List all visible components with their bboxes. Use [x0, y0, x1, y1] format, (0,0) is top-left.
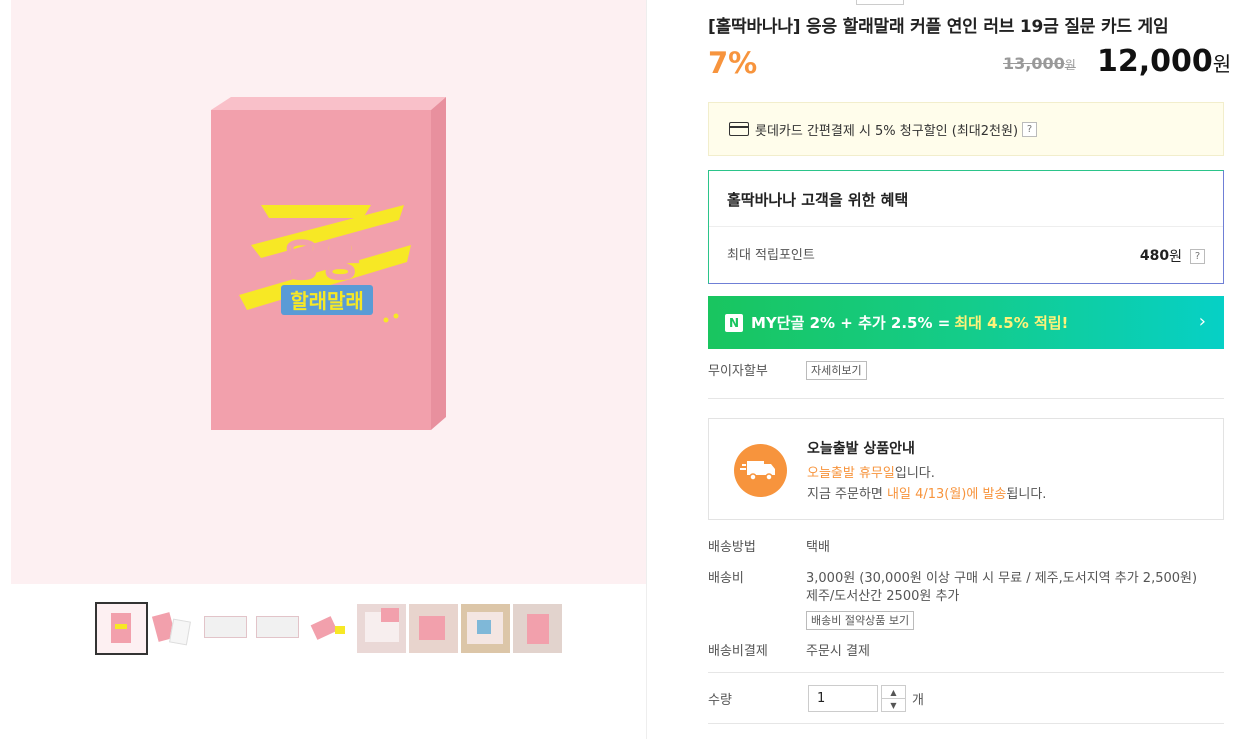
quantity-input[interactable]: 1	[808, 685, 878, 712]
naver-n-icon: N	[725, 313, 743, 332]
quantity-stepper[interactable]: ▲ ▼	[881, 685, 906, 712]
final-price: 12,000원	[1097, 44, 1231, 79]
box-logo-sub: 할래말래	[290, 289, 364, 313]
final-price-unit: 원	[1212, 52, 1232, 76]
delivery-fee-value: 3,000원 (30,000원 이상 구매 시 무료 / 제주,도서지역 추가 …	[806, 571, 1198, 586]
eta-prefix: 지금 주문하면	[807, 487, 888, 502]
card-promo-help-button[interactable]: ?	[1022, 121, 1038, 137]
card-promo-text: 롯데카드 간편결제 시 5% 청구할인 (최대2천원)	[755, 123, 1019, 139]
final-price-value: 12,000	[1097, 44, 1213, 79]
section-divider	[708, 398, 1224, 399]
discount-rate: 7%	[708, 46, 758, 80]
delivery-method-label: 배송방법	[708, 540, 756, 555]
card-promo-box: 롯데카드 간편결제 시 5% 청구할인 (최대2천원) ?	[708, 102, 1224, 156]
credit-card-icon	[729, 122, 749, 136]
thumbnail-6[interactable]	[357, 604, 406, 653]
delivery-fee-extra: 제주/도서산간 2500원 추가	[806, 589, 960, 604]
delivery-fee-label: 배송비	[708, 571, 744, 586]
max-point-unit: 원	[1169, 249, 1182, 265]
thumbnail-1[interactable]	[95, 602, 148, 655]
thumbnail-2[interactable]	[149, 604, 198, 653]
benefit-divider	[709, 226, 1223, 227]
thumbnail-list	[95, 602, 562, 655]
main-product-image[interactable]: 응응 할래말래	[11, 0, 646, 584]
quantity-unit: 개	[912, 693, 924, 708]
original-price-value: 13,000	[1003, 54, 1065, 73]
eta-suffix: 됩니다.	[1006, 487, 1047, 502]
benefit-box: 홀딱바나나 고객을 위한 혜택 최대 적립포인트 480 원 ?	[708, 170, 1224, 284]
today-shipping-holiday: 오늘출발 휴무일입니다.	[807, 462, 935, 481]
holiday-highlight: 오늘출발 휴무일	[807, 466, 895, 481]
quantity-up-icon[interactable]: ▲	[882, 686, 905, 699]
shipping-payment-label: 배송비결제	[708, 644, 768, 659]
product-title: [홀딱바나나] 응응 할래말래 커플 연인 러브 19금 질문 카드 게임	[708, 17, 1169, 37]
truck-icon	[734, 444, 787, 497]
original-price-unit: 원	[1064, 58, 1076, 72]
thumbnail-9[interactable]	[513, 604, 562, 653]
today-shipping-eta: 지금 주문하면 내일 4/13(월)에 발송됩니다.	[807, 483, 1046, 502]
naver-banner-highlight: 최대 4.5% 적립!	[954, 314, 1069, 332]
thumbnail-7[interactable]	[409, 604, 458, 653]
max-point-help-button[interactable]: ?	[1190, 248, 1205, 264]
section-divider-2	[708, 672, 1224, 673]
quantity-down-icon[interactable]: ▼	[882, 699, 905, 712]
installment-detail-button[interactable]: 자세히보기	[806, 361, 867, 380]
max-point-number: 480	[1139, 248, 1170, 264]
shipping-payment-value: 주문시 결제	[806, 644, 870, 659]
save-shipping-products-button[interactable]: 배송비 절약상품 보기	[806, 611, 915, 630]
left-margin	[0, 0, 11, 739]
naver-membership-banner[interactable]: N MY단골 2% + 추가 2.5% = 최대 4.5% 적립! ›	[708, 296, 1224, 349]
max-point-value: 480 원 ?	[1140, 246, 1205, 266]
benefit-title: 홀딱바나나 고객을 위한 혜택	[727, 191, 909, 209]
column-divider	[646, 0, 647, 739]
thumbnail-8[interactable]	[461, 604, 510, 653]
quantity-label: 수량	[708, 693, 732, 708]
installment-label: 무이자할부	[708, 364, 768, 379]
chevron-right-icon: ›	[1198, 311, 1206, 332]
product-box-illustration: 응응 할래말래	[211, 97, 446, 430]
today-shipping-title: 오늘출발 상품안내	[807, 441, 915, 457]
naver-banner-text: MY단골 2% + 추가 2.5% =	[751, 314, 951, 332]
max-point-label: 최대 적립포인트	[727, 248, 815, 263]
thumbnail-3[interactable]	[201, 604, 250, 653]
original-price: 13,000원	[1003, 54, 1076, 73]
thumbnail-area	[11, 584, 646, 739]
thumbnail-4[interactable]	[253, 604, 302, 653]
eta-highlight: 내일 4/13(월)에 발송	[887, 487, 1007, 502]
box-logo-main: 응응	[282, 236, 359, 285]
section-divider-3	[708, 723, 1224, 724]
holiday-rest: 입니다.	[894, 466, 935, 481]
delivery-method-value: 택배	[806, 540, 830, 555]
today-shipping-box: 오늘출발 상품안내 오늘출발 휴무일입니다. 지금 주문하면 내일 4/13(월…	[708, 418, 1224, 520]
thumbnail-5[interactable]	[305, 604, 354, 653]
top-tab	[856, 0, 904, 5]
